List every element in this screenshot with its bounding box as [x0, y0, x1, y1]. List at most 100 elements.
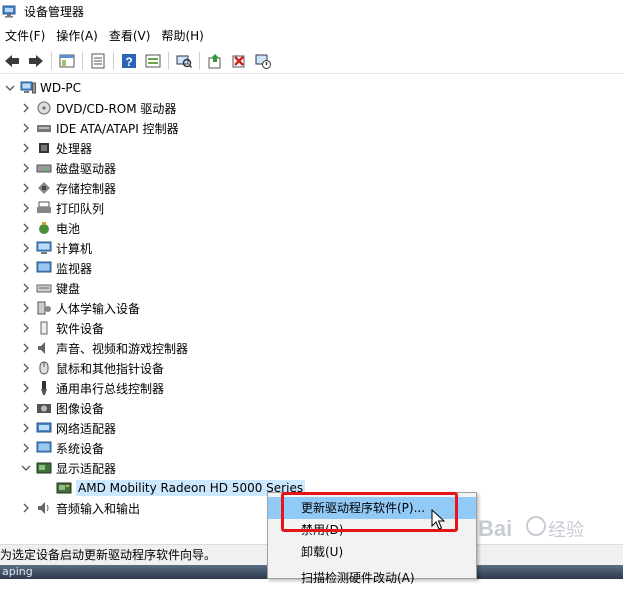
- tree-category-label: 键盘: [56, 281, 81, 296]
- processor-icon: [36, 140, 52, 156]
- software-device-icon: [36, 320, 52, 336]
- tree-category-label: 通用串行总线控制器: [56, 381, 165, 396]
- update-driver-icon[interactable]: [206, 52, 224, 70]
- toolbar-separator: [168, 51, 169, 70]
- tree-root[interactable]: WD-PC: [4, 78, 81, 98]
- device-manager-icon: [2, 5, 16, 18]
- system-device-icon: [36, 440, 52, 456]
- tree-category[interactable]: 人体学输入设备: [20, 298, 140, 318]
- chevron-right-icon[interactable]: [20, 362, 32, 374]
- chevron-down-icon[interactable]: [4, 82, 16, 94]
- network-adapter-icon: [36, 420, 52, 436]
- chevron-right-icon[interactable]: [20, 502, 32, 514]
- keyboard-icon: [36, 280, 52, 296]
- tree-category-label: 电池: [56, 221, 81, 236]
- tree-category[interactable]: DVD/CD-ROM 驱动器: [20, 98, 176, 118]
- chevron-right-icon[interactable]: [20, 162, 32, 174]
- menu-view[interactable]: 查看(V): [104, 26, 157, 46]
- menu-item-scan[interactable]: 扫描检测硬件改动(A): [268, 567, 476, 589]
- tree-category[interactable]: 打印队列: [20, 198, 104, 218]
- chevron-right-icon[interactable]: [20, 382, 32, 394]
- display-adapter-icon: [36, 460, 52, 476]
- camera-icon: [36, 400, 52, 416]
- chevron-right-icon[interactable]: [20, 262, 32, 274]
- chevron-right-icon[interactable]: [20, 442, 32, 454]
- tree-root-label: WD-PC: [40, 81, 82, 95]
- chevron-right-icon[interactable]: [20, 142, 32, 154]
- ide-controller-icon: [36, 120, 52, 136]
- tree-category-label: DVD/CD-ROM 驱动器: [56, 101, 177, 116]
- menu-help[interactable]: 帮助(H): [156, 26, 209, 46]
- tree-category-label: 计算机: [56, 241, 93, 256]
- tree-category[interactable]: 图像设备: [20, 398, 104, 418]
- tree-category[interactable]: 网络适配器: [20, 418, 116, 438]
- chevron-down-icon[interactable]: [20, 462, 32, 474]
- scan-hardware-icon[interactable]: [175, 52, 193, 70]
- svg-text:Bai: Bai: [478, 516, 512, 541]
- hid-icon: [36, 300, 52, 316]
- chevron-right-icon[interactable]: [20, 322, 32, 334]
- storage-controller-icon: [36, 180, 52, 196]
- tree-category-label: 处理器: [56, 141, 93, 156]
- tree-category[interactable]: 电池: [20, 218, 80, 238]
- forward-arrow-icon[interactable]: [27, 52, 45, 70]
- tree-category[interactable]: 系统设备: [20, 438, 104, 458]
- chevron-right-icon[interactable]: [20, 242, 32, 254]
- dvd-drive-icon: [36, 100, 52, 116]
- chevron-right-icon[interactable]: [20, 282, 32, 294]
- tree-category-label: 打印队列: [56, 201, 105, 216]
- chevron-right-icon[interactable]: [20, 122, 32, 134]
- tree-category-label: 存储控制器: [56, 181, 117, 196]
- tree-category[interactable]: 监视器: [20, 258, 92, 278]
- toolbar-separator: [199, 51, 200, 70]
- tree-category[interactable]: 通用串行总线控制器: [20, 378, 164, 398]
- tree-category-label: 人体学输入设备: [56, 301, 141, 316]
- show-hide-tree-icon[interactable]: [58, 52, 76, 70]
- tree-category[interactable]: 存储控制器: [20, 178, 116, 198]
- chevron-right-icon[interactable]: [20, 102, 32, 114]
- disk-drive-icon: [36, 160, 52, 176]
- tree-category-label: 鼠标和其他指针设备: [56, 361, 165, 376]
- mouse-cursor-icon: [431, 509, 445, 530]
- chevron-right-icon[interactable]: [20, 222, 32, 234]
- tree-category[interactable]: 软件设备: [20, 318, 104, 338]
- menu-file[interactable]: 文件(F): [0, 26, 51, 46]
- audio-io-icon: [36, 500, 52, 516]
- tree-category-label: IDE ATA/ATAPI 控制器: [56, 121, 179, 136]
- help-icon[interactable]: ?: [120, 52, 138, 70]
- tree-category-label: 系统设备: [56, 441, 105, 456]
- tree-category-label: 软件设备: [56, 321, 105, 336]
- menu-item-uninstall[interactable]: 卸载(U): [268, 541, 476, 563]
- title-bar: 设备管理器: [0, 0, 623, 22]
- chevron-right-icon[interactable]: [20, 302, 32, 314]
- tree-category-label: 音频输入和输出: [56, 501, 141, 516]
- battery-icon: [36, 220, 52, 236]
- chevron-right-icon[interactable]: [20, 402, 32, 414]
- tree-category[interactable]: 处理器: [20, 138, 92, 158]
- toolbar-separator: [82, 51, 83, 70]
- properties-icon[interactable]: [89, 52, 107, 70]
- chevron-right-icon[interactable]: [20, 422, 32, 434]
- chevron-right-icon[interactable]: [20, 182, 32, 194]
- computer-icon: [36, 240, 52, 256]
- back-arrow-icon[interactable]: [3, 52, 21, 70]
- printer-icon: [36, 200, 52, 216]
- uninstall-icon[interactable]: [230, 52, 248, 70]
- menu-action[interactable]: 操作(A): [51, 26, 104, 46]
- tree-category[interactable]: 磁盘驱动器: [20, 158, 116, 178]
- tree-category[interactable]: 显示适配器: [20, 458, 116, 478]
- chevron-right-icon[interactable]: [20, 342, 32, 354]
- tree-category[interactable]: 计算机: [20, 238, 92, 258]
- tree-category[interactable]: 鼠标和其他指针设备: [20, 358, 164, 378]
- tree-category[interactable]: 键盘: [20, 278, 80, 298]
- mouse-icon: [36, 360, 52, 376]
- tree-category-label: 监视器: [56, 261, 93, 276]
- view-resources-icon[interactable]: [144, 52, 162, 70]
- chevron-right-icon[interactable]: [20, 202, 32, 214]
- svg-text:?: ?: [125, 55, 132, 69]
- tree-category-audio-io[interactable]: 音频输入和输出: [20, 498, 140, 518]
- tree-category-label: 显示适配器: [56, 461, 117, 476]
- tree-category[interactable]: 声音、视频和游戏控制器: [20, 338, 188, 358]
- disable-icon[interactable]: [254, 52, 272, 70]
- tree-category[interactable]: IDE ATA/ATAPI 控制器: [20, 118, 179, 138]
